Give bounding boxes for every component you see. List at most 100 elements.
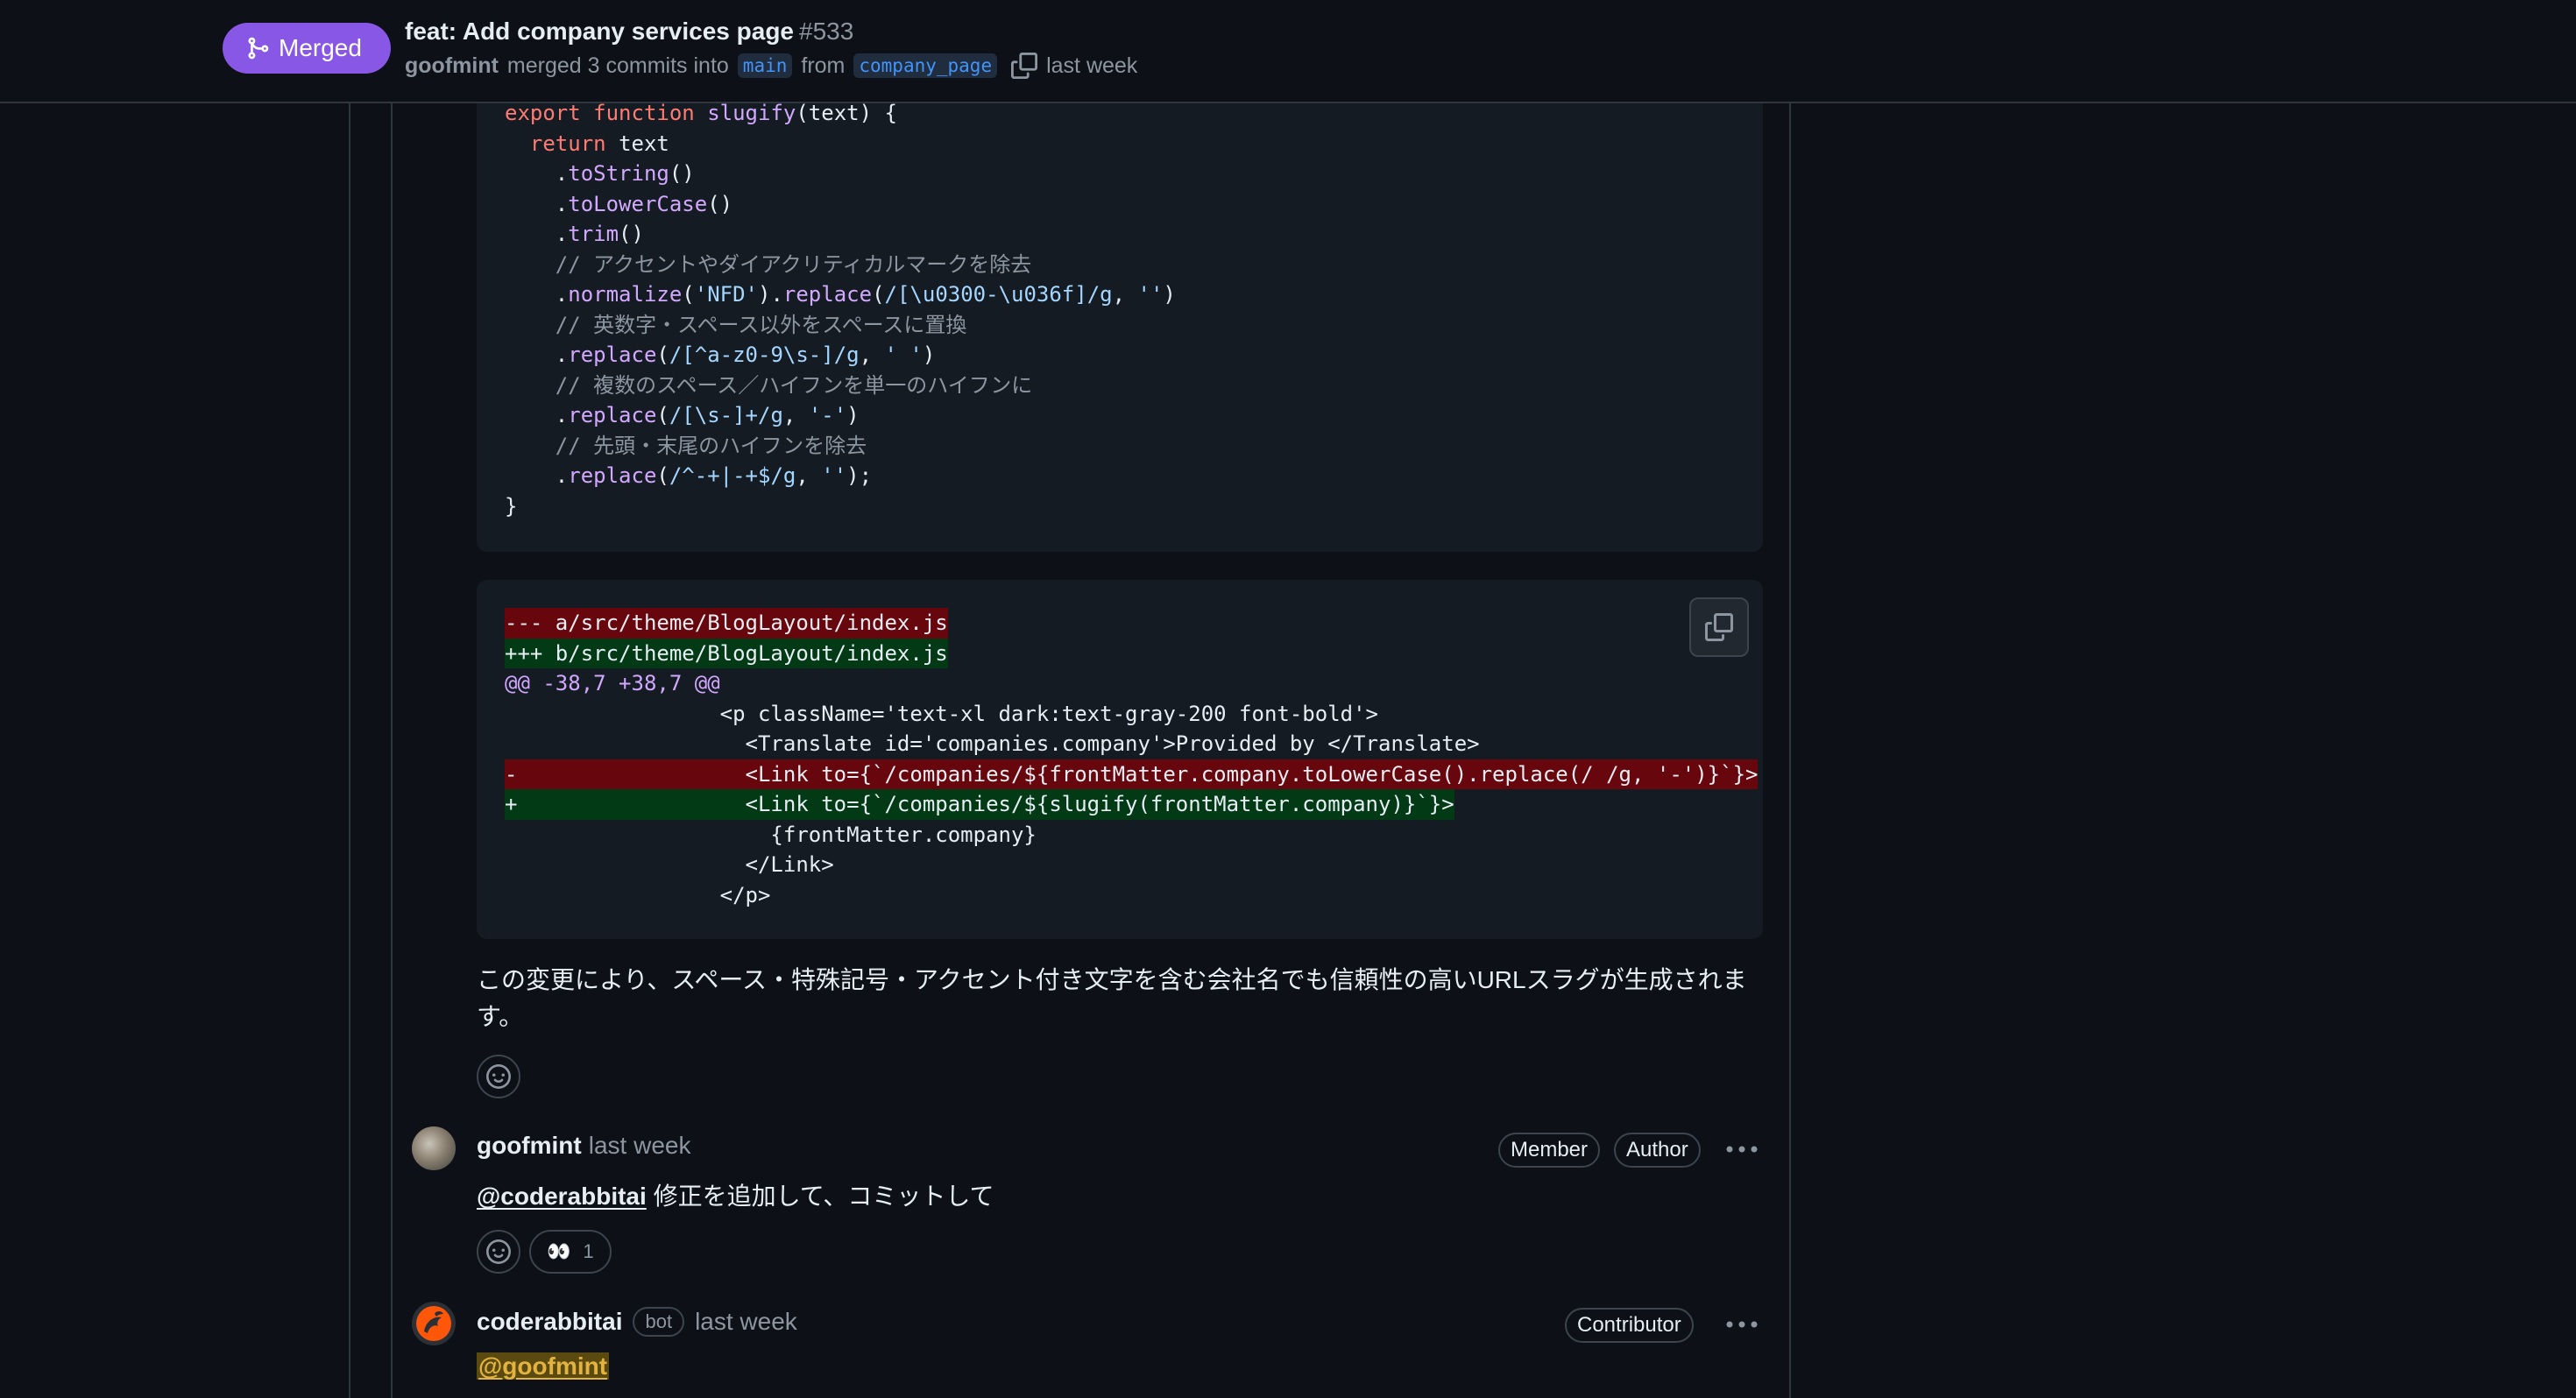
code-token: replace [568,403,657,427]
code-token: ' ' [884,342,923,367]
code-block-diff: --- a/src/theme/BlogLayout/index.js +++ b… [477,580,1763,939]
pr-title[interactable]: feat: Add company services page #533 [405,18,853,46]
code-token: </p> [505,882,771,907]
merged-status-badge: Merged [223,23,391,74]
comment-body-coderabbitai: @goofmint [477,1352,610,1380]
code-token: '' [821,463,847,488]
code-token: 'NFD' [694,282,758,307]
code-token: ( [872,282,885,307]
code-token: . [505,161,569,186]
diff-code-line: + <Link to={`/companies/${slugify(frontM… [505,789,1763,820]
timeline-border-right [1789,103,1791,1398]
member-badge: Member [1498,1133,1601,1168]
copy-code-button[interactable] [1689,597,1749,657]
head-branch[interactable]: company_page [853,53,998,78]
code-token: function [593,101,708,125]
slugify-code-line: .replace(/^-+|-+$/g, ''); [505,461,1763,491]
from-text: from [801,53,846,78]
code-token: normalize [568,282,683,307]
code-token: --- a/src/theme/BlogLayout/index.js [505,608,948,639]
slugify-code-line: .toString() [505,159,1763,189]
merge-text: merged 3 commits into [506,53,729,78]
pr-author-link[interactable]: goofmint [405,53,499,79]
code-token: . [505,282,569,307]
code-token: , [1112,282,1138,307]
author-badge: Author [1614,1133,1701,1168]
slugify-code-line: return text [505,129,1763,159]
comment-author[interactable]: goofmint [477,1132,582,1160]
timeline-line [391,103,393,1398]
diff-code-line: </p> [505,880,1763,911]
diff-code-line: <Translate id='companies.company'>Provid… [505,729,1763,759]
eyes-reaction-button[interactable]: 👀 1 [529,1230,612,1274]
copy-icon [1705,613,1733,641]
code-token: <Translate id='companies.company'>Provid… [505,731,1480,756]
comment-header-goofmint: goofmint last week [477,1132,690,1160]
slugify-code-line: } [505,491,1763,522]
code-token: /[\u0300-\u036f]/g [884,282,1113,307]
code-token: slugify [707,101,796,125]
avatar-coderabbitai[interactable] [412,1302,456,1345]
comment-author[interactable]: coderabbitai [477,1308,622,1336]
diff-code-line: </Link> [505,850,1763,880]
rabbit-logo-icon [416,1306,451,1341]
slugify-code-line: // 英数字・スペース以外をスペースに置換 [505,310,1763,341]
code-token: . [505,222,569,246]
code-token: () [619,222,644,246]
diff-code-line: - <Link to={`/companies/${frontMatter.co… [505,759,1763,789]
pr-number: #533 [799,18,854,45]
slugify-code-line: .trim() [505,219,1763,250]
avatar-goofmint[interactable] [412,1126,456,1170]
code-token: toString [568,161,669,186]
add-reaction-button[interactable] [477,1055,520,1098]
kebab-horizontal-icon[interactable] [1724,1316,1759,1333]
code-token: ( [656,342,669,367]
code-token: '' [1137,282,1164,307]
code-token: toLowerCase [568,191,708,216]
code-token: replace [568,342,657,367]
code-token: <p className='text-xl dark:text-gray-200… [505,701,1378,726]
code-token: ) [922,342,936,367]
pr-sticky-header: Merged feat: Add company services page #5… [0,0,2576,103]
code-token: , [859,342,885,367]
code-token: /^-+|-+$/g [669,463,796,488]
eyes-icon: 👀 [547,1240,571,1262]
comment-body-text: この変更により、スペース・特殊記号・アクセント付き文字を含む会社名でも信頼性の高… [477,966,1747,1030]
comment-time[interactable]: last week [695,1308,797,1336]
reaction-count: 1 [583,1240,594,1262]
add-reaction-button[interactable] [477,1230,520,1274]
mention-link[interactable]: @coderabbitai [477,1183,647,1210]
code-token: return [529,131,619,156]
smiley-icon [486,1239,511,1264]
code-token: , [796,463,822,488]
code-token: + <Link to={`/companies/${slugify(frontM… [505,789,1454,820]
copy-icon[interactable] [1011,53,1038,79]
git-merge-icon [248,37,269,60]
code-token: export [505,101,594,125]
slugify-code-line: .replace(/[^a-z0-9\s-]/g, ' ') [505,340,1763,371]
code-block-slugify-lines: export function slugify(text) { return t… [477,88,1763,521]
code-token: {frontMatter.company} [505,822,1037,847]
base-branch[interactable]: main [737,53,793,78]
comment-body-goofmint: @coderabbitai 修正を追加して、コミットして [477,1177,994,1212]
code-token: ( [656,463,669,488]
diff-code-line: <p className='text-xl dark:text-gray-200… [505,699,1763,730]
code-token: ) [846,403,860,427]
code-token: () [669,161,695,186]
comment-time[interactable]: last week [589,1132,691,1160]
code-block-slugify: export function slugify(text) { return t… [477,88,1763,552]
code-token: ). [758,282,783,307]
code-token: . [505,191,569,216]
code-token: . [505,403,569,427]
comment-text: 修正を追加して、コミットして [646,1183,994,1210]
code-token: // 複数のスペース／ハイフンを単一のハイフンに [505,372,1033,398]
contributor-badge: Contributor [1565,1308,1694,1343]
diff-code-line: {frontMatter.company} [505,820,1763,851]
kebab-horizontal-icon[interactable] [1724,1140,1759,1158]
mention-link[interactable]: @goofmint [477,1352,610,1380]
slugify-code-line: .toLowerCase() [505,189,1763,220]
pr-merge-meta: goofmint merged 3 commits into main from… [405,53,1137,79]
code-token: - <Link to={`/companies/${frontMatter.co… [505,759,1759,789]
code-token: ); [846,463,873,488]
